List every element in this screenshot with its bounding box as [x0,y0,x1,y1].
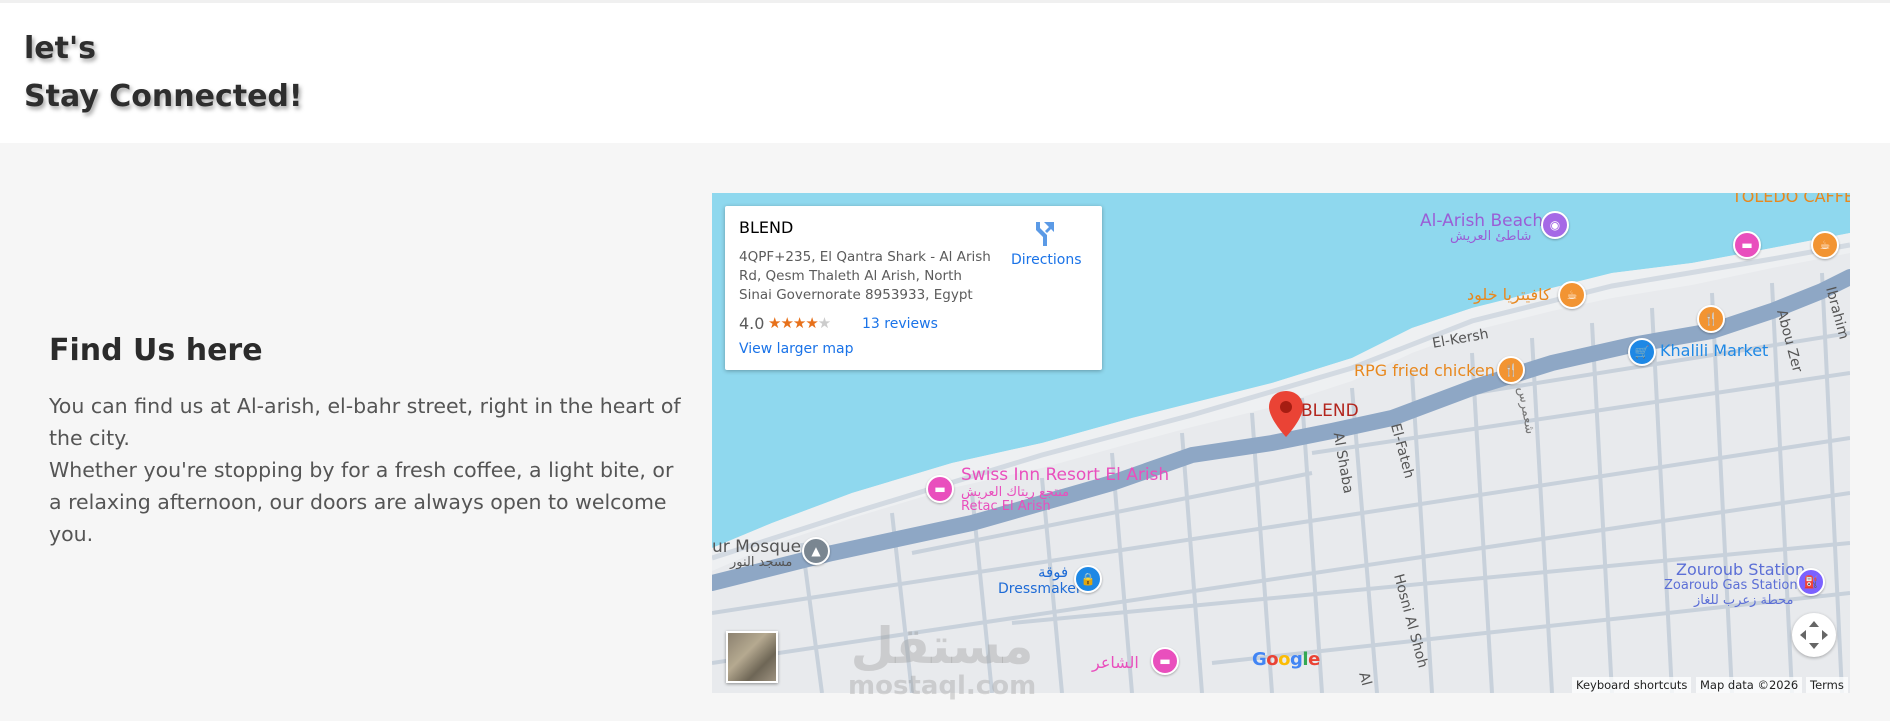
hero-section: let's Stay Connected! [0,3,1890,143]
watermark-latin: mostaql.com [848,671,1037,701]
cafeteria-pin-icon[interactable]: ☕ [1558,281,1586,309]
shaer-pin-icon[interactable]: ▬ [1151,647,1179,675]
place-info-card: BLEND 4QPF+235, El Qantra Shark - Al Ari… [725,206,1102,370]
attraction-pin-icon[interactable]: ◉ [1541,211,1569,239]
swiss-inn-pin-icon[interactable]: ▬ [926,475,954,503]
hero-heading: let's Stay Connected! [24,25,303,121]
mosque-pin-icon[interactable]: ▲ [802,537,830,565]
hero-line-1: let's [24,31,97,66]
recenter-button[interactable] [1792,613,1836,657]
place-name: BLEND [739,218,794,237]
cafe-pin-icon[interactable]: ☕ [1811,231,1839,259]
google-logo: Google [1252,649,1320,670]
gas-station-pin-icon[interactable]: ⛽ [1797,568,1825,596]
map-label-dressmaker-ar: فوقة [1038,563,1069,581]
find-us-paragraph-1: You can find us at Al-arish, el-bahr str… [49,394,681,450]
keyboard-shortcuts-link[interactable]: Keyboard shortcuts [1572,677,1692,693]
map-label-blend[interactable]: BLEND [1301,401,1359,421]
thumbnail-satellite-icon[interactable] [726,631,778,683]
map-label-mosque[interactable]: ur Mosque [712,537,801,557]
location-pin-icon[interactable] [1269,391,1303,437]
find-us-title: Find Us here [49,333,263,368]
map-label-zouroub-ar: محطة زعرب للغاز [1694,593,1794,608]
map-label-swiss-inn-ar: منتجع ريتاك العريش [961,485,1070,500]
dressmaker-pin-icon[interactable]: 🔒 [1074,565,1102,593]
terms-link[interactable]: Terms [1806,677,1848,693]
find-us-paragraph-2: Whether you're stopping by for a fresh c… [49,458,674,546]
map-label-dressmaker[interactable]: Dressmaker [998,581,1082,597]
view-larger-map-link[interactable]: View larger map [739,341,853,357]
watermark-logo: مستقل mostaql.com [848,620,1036,700]
find-us-description: You can find us at Al-arish, el-bahr str… [49,390,689,550]
directions-icon[interactable] [1032,220,1056,246]
map-label-toledo[interactable]: TOLEDO CAFFE [1732,193,1850,206]
place-address: 4QPF+235, El Qantra Shark - Al Arish Rd,… [739,249,991,303]
restaurant-pin-icon[interactable]: 🍴 [1697,305,1725,333]
map-label-swiss-inn[interactable]: Swiss Inn Resort El Arish [961,465,1169,485]
watermark-arabic: مستقل [850,617,1034,675]
hotel-pin-icon[interactable]: ▬ [1733,231,1761,259]
place-rating: 4.0 [739,314,765,333]
recenter-icon [1800,621,1828,649]
reviews-link[interactable]: 13 reviews [862,316,938,332]
map-label-cafeteria[interactable]: كافيتريا خلود [1467,285,1551,304]
rating-stars-icon: ★★★★★ [768,314,831,332]
map-label-mosque-ar: مسجد النور [730,555,793,570]
map-label-retac: Retac El Arish [961,499,1051,514]
map-label-beach[interactable]: Al-Arish Beach [1420,211,1543,231]
rpg-pin-icon[interactable]: 🍴 [1497,356,1525,384]
market-pin-icon[interactable]: 🛒 [1628,338,1656,366]
map-label-beach-ar: شاطئ العريش [1450,229,1532,244]
directions-button[interactable]: Directions [1011,252,1082,268]
map-label-rpg[interactable]: RPG fried chicken [1354,361,1495,380]
map-label-zouroub-sub: Zoaroub Gas Station [1664,578,1798,593]
map-data-attribution: Map data ©2026 [1696,677,1803,693]
map-label-zouroub[interactable]: Zouroub Station [1676,560,1805,579]
map-label-khalili[interactable]: Khalili Market [1660,341,1768,360]
map-label-shaer[interactable]: الشاعر [1092,653,1139,672]
hero-line-2: Stay Connected! [24,79,303,114]
